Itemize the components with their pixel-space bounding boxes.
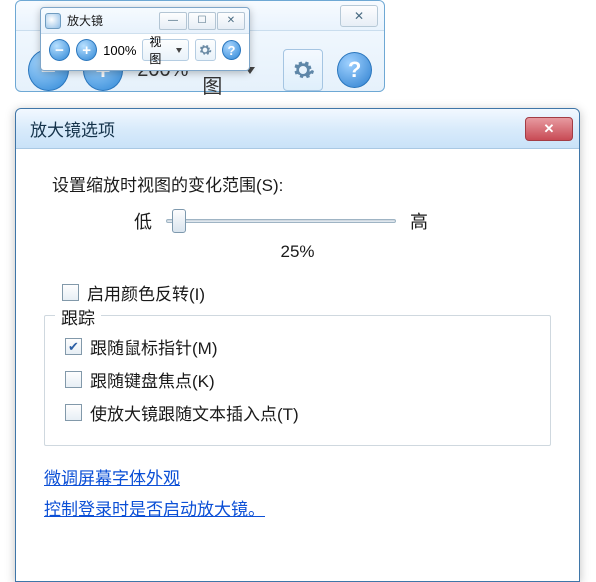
startup-control-link[interactable]: 控制登录时是否启动放大镜。 [44, 500, 265, 519]
dialog-body: 设置缩放时视图的变化范围(S): 低 高 25% 启用颜色反转(I) 跟踪 跟随… [16, 149, 579, 540]
mini-settings-button[interactable] [195, 39, 216, 61]
mini-view-dropdown[interactable]: 视图 [142, 39, 188, 61]
follow-keyboard-checkbox[interactable] [65, 371, 82, 388]
mini-minimize-button[interactable]: — [159, 12, 187, 30]
follow-keyboard-row[interactable]: 跟随键盘焦点(K) [65, 367, 536, 392]
color-inversion-checkbox[interactable] [62, 284, 79, 301]
magnifier-options-dialog: 放大镜选项 ✕ 设置缩放时视图的变化范围(S): 低 高 25% 启用颜色反转(… [15, 108, 580, 582]
bg-help-button[interactable]: ? [337, 52, 372, 88]
magnifier-mini-window: 放大镜 — ☐ ✕ − + 100% 视图 ? [40, 7, 250, 71]
font-tuning-link[interactable]: 微调屏幕字体外观 [44, 469, 180, 488]
slider-high-label: 高 [410, 208, 428, 234]
mini-zoom-out-button[interactable]: − [49, 39, 70, 61]
bg-close-button[interactable]: ✕ [340, 5, 378, 27]
slider-rail [166, 219, 396, 223]
mini-window-title: 放大镜 [67, 12, 158, 29]
mini-help-button[interactable]: ? [222, 40, 241, 60]
magnifier-app-icon [45, 13, 61, 29]
zoom-range-heading: 设置缩放时视图的变化范围(S): [52, 171, 551, 196]
mini-window-body: − + 100% 视图 ? [41, 34, 249, 66]
mini-zoom-level: 100% [103, 43, 136, 58]
follow-text-insert-label: 使放大镜跟随文本插入点(T) [90, 400, 299, 425]
follow-text-insert-row[interactable]: 使放大镜跟随文本插入点(T) [65, 400, 536, 425]
zoom-range-slider-row: 低 高 [134, 208, 551, 234]
follow-keyboard-label: 跟随键盘焦点(K) [90, 367, 215, 392]
mini-view-label: 视图 [149, 33, 171, 67]
color-inversion-label: 启用颜色反转(I) [87, 280, 205, 305]
zoom-range-slider[interactable] [166, 209, 396, 233]
startup-control-link-row: 控制登录时是否启动放大镜。 [44, 495, 551, 520]
follow-mouse-checkbox[interactable] [65, 338, 82, 355]
slider-thumb[interactable] [172, 209, 186, 233]
slider-low-label: 低 [134, 208, 152, 234]
slider-value-label: 25% [44, 242, 551, 262]
follow-text-insert-checkbox[interactable] [65, 404, 82, 421]
bg-settings-button[interactable] [283, 49, 324, 91]
follow-mouse-label: 跟随鼠标指针(M) [90, 334, 217, 359]
tracking-fieldset: 跟踪 跟随鼠标指针(M) 跟随键盘焦点(K) 使放大镜跟随文本插入点(T) [44, 315, 551, 446]
font-tuning-link-row: 微调屏幕字体外观 [44, 464, 551, 489]
color-inversion-row[interactable]: 启用颜色反转(I) [62, 280, 551, 305]
dialog-title: 放大镜选项 [30, 116, 525, 141]
mini-window-titlebar[interactable]: 放大镜 — ☐ ✕ [41, 8, 249, 34]
mini-maximize-button[interactable]: ☐ [188, 12, 216, 30]
mini-zoom-in-button[interactable]: + [76, 39, 97, 61]
tracking-legend: 跟踪 [55, 304, 101, 329]
follow-mouse-row[interactable]: 跟随鼠标指针(M) [65, 334, 536, 359]
gear-icon [198, 43, 212, 57]
gear-icon [291, 58, 315, 82]
chevron-down-icon [176, 48, 182, 53]
mini-close-button[interactable]: ✕ [217, 12, 245, 30]
dialog-titlebar[interactable]: 放大镜选项 ✕ [16, 109, 579, 149]
dialog-close-button[interactable]: ✕ [525, 117, 573, 141]
